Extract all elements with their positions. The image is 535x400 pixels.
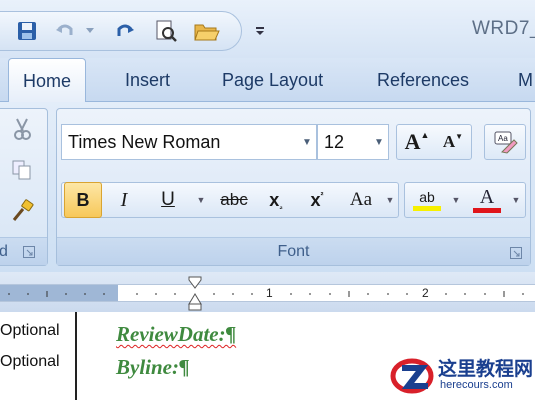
byline-line[interactable]: Byline:¶ bbox=[116, 355, 190, 380]
change-case-button[interactable]: Aa bbox=[340, 182, 382, 218]
font-group-footer: Font bbox=[57, 237, 530, 265]
text-highlight-button[interactable]: ab bbox=[408, 182, 446, 218]
open-folder-icon[interactable] bbox=[192, 18, 222, 44]
font-color-dropdown-icon[interactable]: ▼ bbox=[508, 182, 524, 218]
bold-button[interactable]: B bbox=[64, 182, 102, 218]
font-name-combo[interactable]: Times New Roman ▼ bbox=[61, 124, 317, 160]
tab-home[interactable]: Home bbox=[8, 58, 87, 103]
caret-down-icon: ▼ bbox=[455, 132, 464, 141]
superscript-label: x bbox=[310, 189, 321, 210]
superscript-marker: ² bbox=[320, 190, 324, 200]
underline-button[interactable]: U bbox=[148, 182, 188, 218]
style-area-divider bbox=[75, 312, 77, 400]
ruler-mark-2: 2 bbox=[422, 286, 429, 300]
clipboard-group: d bbox=[0, 108, 48, 266]
grow-font-button[interactable]: A ▲ bbox=[400, 124, 434, 160]
subscript-marker: ₂ bbox=[279, 201, 283, 211]
change-case-dropdown-icon[interactable]: ▼ bbox=[382, 182, 398, 218]
cut-icon[interactable] bbox=[11, 117, 33, 146]
format-painter-icon[interactable] bbox=[11, 199, 35, 228]
indent-marker-icon[interactable] bbox=[187, 276, 203, 317]
site-logo-icon bbox=[390, 358, 434, 394]
tab-mailings[interactable]: M bbox=[518, 70, 533, 91]
svg-text:Aa: Aa bbox=[498, 134, 508, 143]
tab-page-layout[interactable]: Page Layout bbox=[222, 70, 323, 91]
redo-icon[interactable] bbox=[112, 18, 138, 44]
copy-icon[interactable] bbox=[11, 159, 33, 186]
font-dialog-launcher-icon[interactable] bbox=[510, 246, 522, 264]
clipboard-group-footer: d bbox=[0, 237, 47, 265]
dialog-launcher-icon[interactable] bbox=[23, 245, 35, 263]
font-color-button[interactable]: A bbox=[468, 182, 506, 218]
site-watermark: 这里教程网 herecours.com bbox=[390, 350, 535, 400]
subscript-button[interactable]: x₂ bbox=[258, 182, 294, 218]
undo-icon[interactable] bbox=[52, 18, 78, 44]
font-size-value[interactable]: 12 bbox=[318, 132, 370, 153]
italic-button[interactable]: I bbox=[106, 182, 142, 218]
chevron-down-icon[interactable]: ▼ bbox=[298, 137, 316, 148]
customize-dropdown-icon[interactable] bbox=[252, 18, 268, 44]
print-preview-icon[interactable] bbox=[152, 18, 180, 44]
font-color-swatch bbox=[473, 207, 501, 213]
watermark-url: herecours.com bbox=[440, 379, 513, 391]
font-size-combo[interactable]: 12 ▼ bbox=[317, 124, 389, 160]
window-title: WRD7_ bbox=[472, 18, 535, 39]
chevron-down-icon[interactable]: ▼ bbox=[370, 137, 388, 148]
horizontal-ruler[interactable]: 1 2 bbox=[0, 272, 535, 312]
shrink-font-button[interactable]: A ▼ bbox=[436, 124, 470, 160]
style-name-2: Optional bbox=[0, 353, 60, 370]
review-date-line[interactable]: ReviewDate:¶ bbox=[116, 322, 236, 347]
clear-formatting-button[interactable]: Aa bbox=[484, 124, 526, 160]
ruler-mark-1: 1 bbox=[266, 286, 273, 300]
ribbon-tab-bar: Home Insert Page Layout References M bbox=[0, 58, 535, 103]
watermark-title: 这里教程网 bbox=[438, 359, 534, 380]
tab-references[interactable]: References bbox=[377, 70, 469, 91]
font-group-label: Font bbox=[277, 243, 310, 260]
highlight-color-swatch bbox=[413, 205, 441, 211]
grow-font-label: A bbox=[404, 129, 421, 154]
tab-insert[interactable]: Insert bbox=[125, 70, 170, 91]
save-icon[interactable] bbox=[14, 18, 40, 44]
ruler-strip: 1 2 bbox=[0, 284, 535, 302]
shrink-font-label: A bbox=[442, 132, 456, 151]
clipboard-group-label: d bbox=[0, 243, 8, 260]
underline-dropdown-icon[interactable]: ▼ bbox=[192, 182, 210, 218]
highlight-dropdown-icon[interactable]: ▼ bbox=[448, 182, 464, 218]
title-bar: WRD7_ bbox=[0, 0, 535, 58]
subscript-label: x bbox=[269, 189, 280, 210]
caret-up-icon: ▲ bbox=[420, 130, 430, 140]
style-name-1: Optional bbox=[0, 322, 60, 339]
superscript-button[interactable]: x² bbox=[298, 182, 336, 218]
strikethrough-button[interactable]: abc bbox=[214, 182, 254, 218]
clear-formatting-icon: Aa bbox=[494, 131, 518, 154]
font-color-label: A bbox=[479, 185, 495, 208]
undo-dropdown-icon[interactable] bbox=[84, 18, 96, 44]
highlight-label: ab bbox=[419, 188, 435, 205]
font-name-value[interactable]: Times New Roman bbox=[62, 132, 298, 153]
